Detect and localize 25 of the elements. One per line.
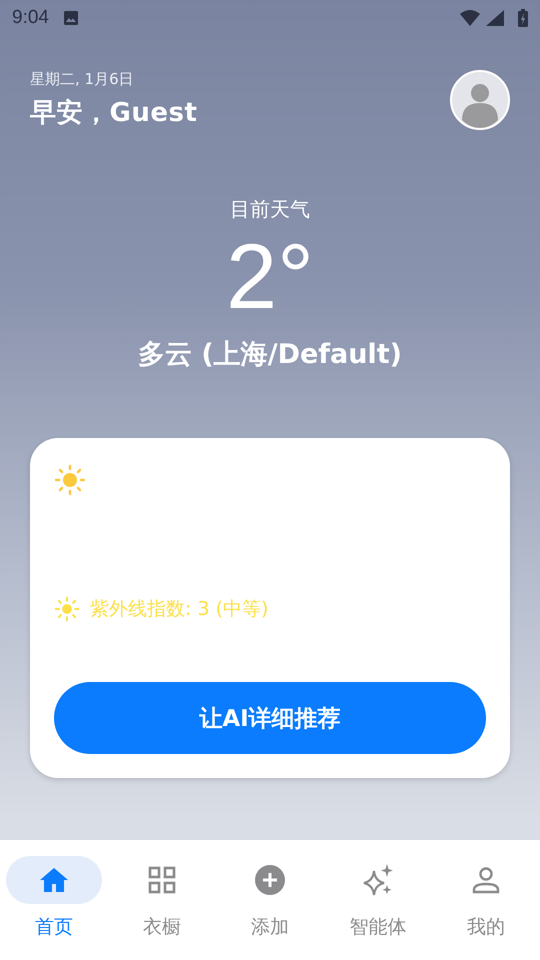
status-time: 9:04: [12, 7, 49, 29]
sparkle-icon: [361, 863, 395, 897]
ai-recommend-button[interactable]: 让AI详细推荐: [54, 682, 486, 754]
battery-icon: [518, 9, 528, 27]
nav-tab[interactable]: 添加: [216, 840, 324, 960]
nav-tab[interactable]: 我的: [432, 840, 540, 960]
sun-icon: [54, 464, 86, 496]
grid-icon: [148, 866, 176, 894]
add-icon: [255, 865, 285, 895]
temperature-text: 2°: [226, 227, 314, 328]
sun-icon: [54, 596, 80, 622]
avatar-icon[interactable]: [450, 70, 510, 130]
condition-text: 多云 (上海/Default): [138, 338, 402, 372]
weather-label: 目前天气: [230, 196, 310, 223]
greeting-text: 早安，Guest: [30, 97, 198, 130]
home-icon: [39, 866, 69, 894]
nav-tab[interactable]: 首页: [0, 840, 108, 960]
signal-icon: [486, 10, 504, 26]
nav-tab[interactable]: 衣橱: [108, 840, 216, 960]
uv-index-text: 紫外线指数: 3 (中等): [90, 597, 268, 622]
date-text: 星期二, 1月6日: [30, 70, 135, 89]
wifi-icon: [460, 10, 480, 26]
person-icon: [472, 866, 500, 894]
image-icon: [62, 10, 79, 26]
nav-tab[interactable]: 智能体: [324, 840, 432, 960]
